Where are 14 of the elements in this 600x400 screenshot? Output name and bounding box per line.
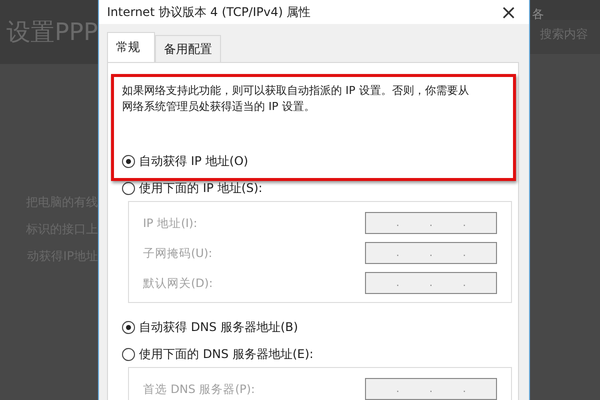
field-label: 默认网关(D): (143, 276, 213, 290)
window-title: Internet 协议版本 4 (TCP/IPv4) 属性 (107, 4, 311, 20)
radio-option[interactable]: 自动获得 IP 地址(O) (122, 153, 504, 170)
radio-option[interactable]: 使用下面的 DNS 服务器地址(E): (122, 346, 504, 363)
description-text: 如果网络支持此功能，则可以获取自动指派的 IP 设置。否则，你需要从网络系统管理员处获得适当的 IP 设置。 (122, 83, 470, 115)
background-text: 各 (530, 0, 600, 20)
field-label: IP 地址(I): (143, 216, 198, 230)
tab[interactable]: 常规 (107, 32, 155, 62)
field-label: 子网掩码(U): (143, 246, 212, 260)
close-button[interactable]: × (496, 0, 521, 24)
radio-option[interactable]: 自动获得 DNS 服务器地址(B) (122, 319, 504, 336)
radio-option[interactable]: 使用下面的 IP 地址(S): (122, 180, 504, 197)
tab[interactable]: 备用配置 (155, 35, 221, 62)
field-label: 首选 DNS 服务器(P): (143, 382, 255, 396)
